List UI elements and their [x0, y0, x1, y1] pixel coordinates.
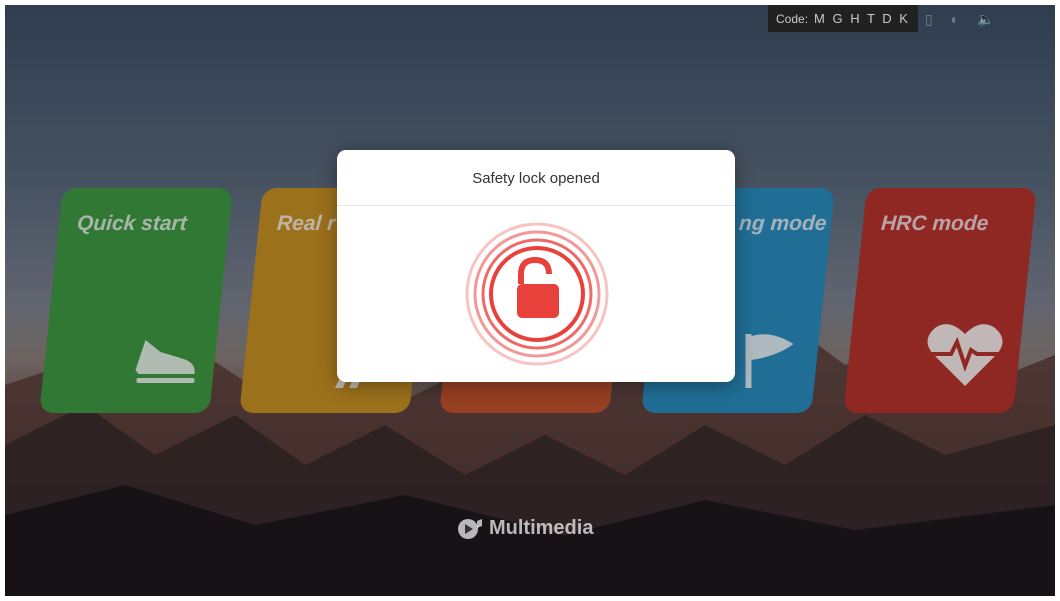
dialog-title: Safety lock opened — [337, 150, 735, 206]
home-screen: Code: M G H T D K ▯ ◐ 🔈 Quick start Real… — [5, 5, 1055, 596]
multimedia-icon — [458, 518, 482, 539]
multimedia-button[interactable]: Multimedia — [457, 517, 593, 540]
multimedia-label: Multimedia — [489, 517, 594, 539]
safety-lock-dialog: Safety lock opened — [337, 150, 735, 382]
unlocked-padlock-icon — [465, 222, 609, 366]
